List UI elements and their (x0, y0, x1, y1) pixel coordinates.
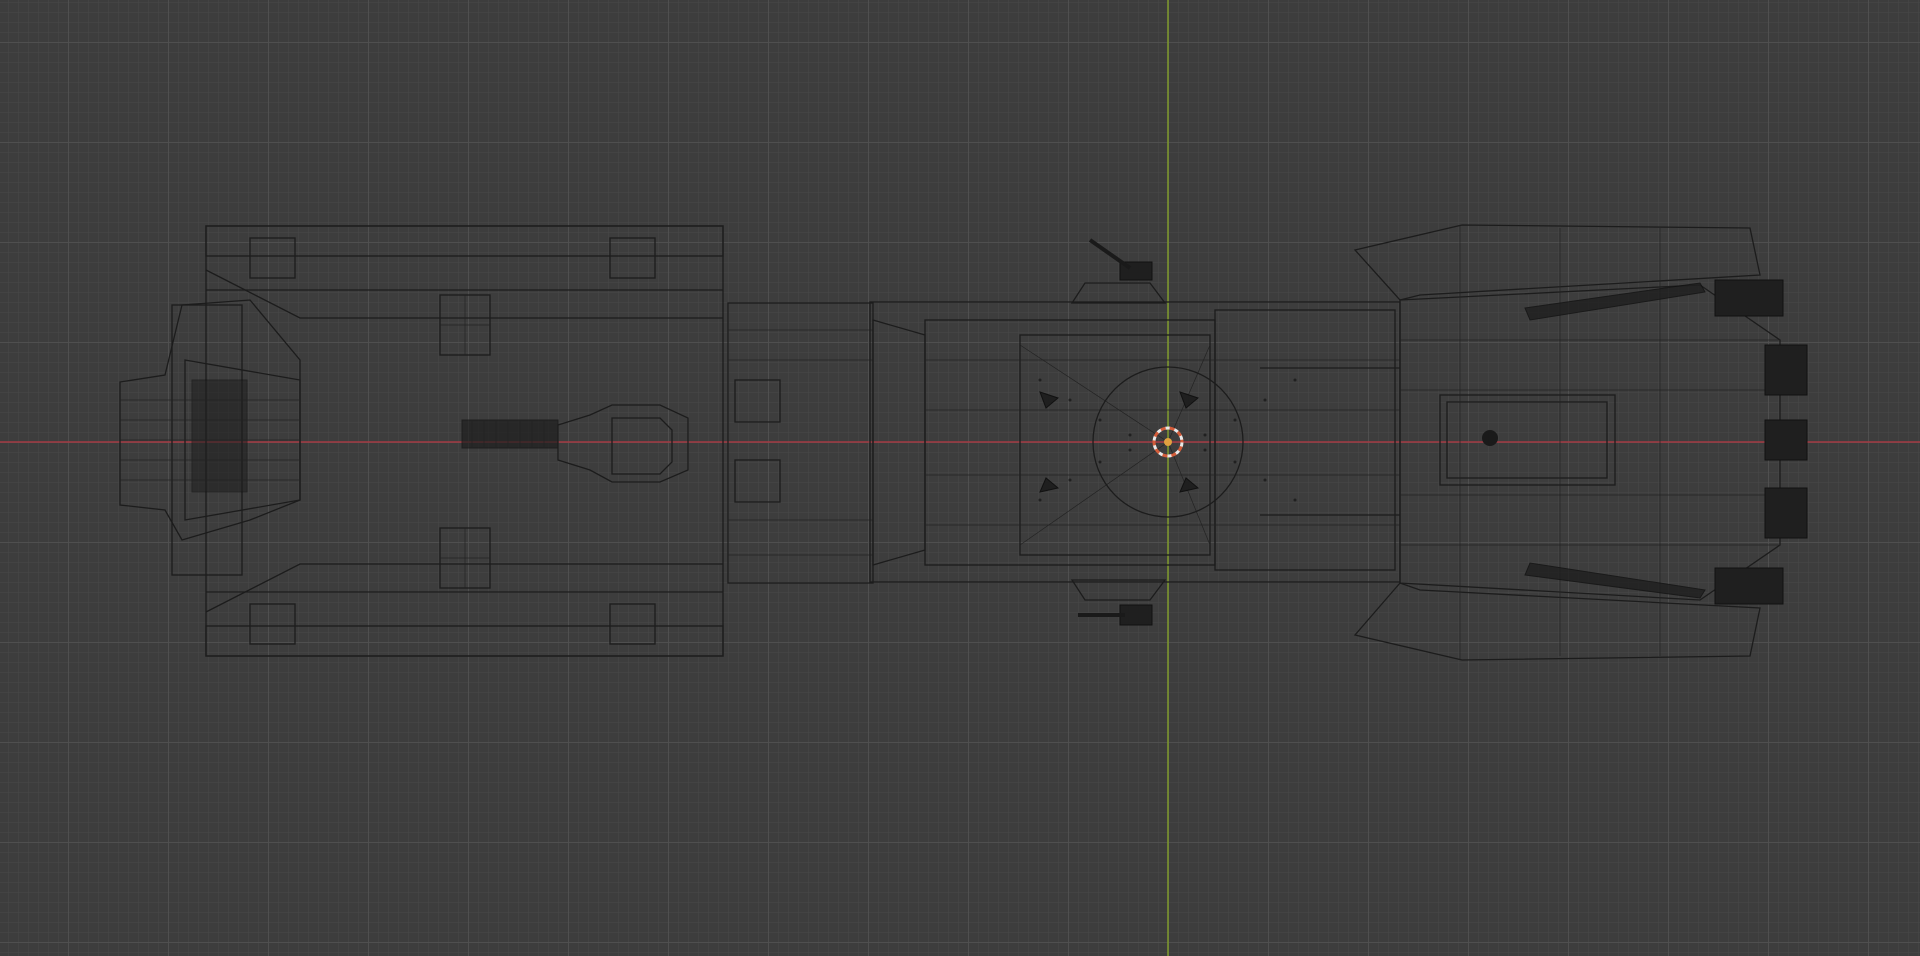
rear-nozzle[interactable] (119, 299, 301, 576)
rear-turret[interactable] (461, 404, 689, 483)
connector[interactable] (727, 302, 874, 584)
side-turret-bottom[interactable] (1070, 579, 1167, 626)
3d-viewport[interactable] (0, 0, 1920, 956)
viewport-canvas[interactable] (0, 0, 1920, 956)
side-turret-top[interactable] (1070, 238, 1167, 304)
